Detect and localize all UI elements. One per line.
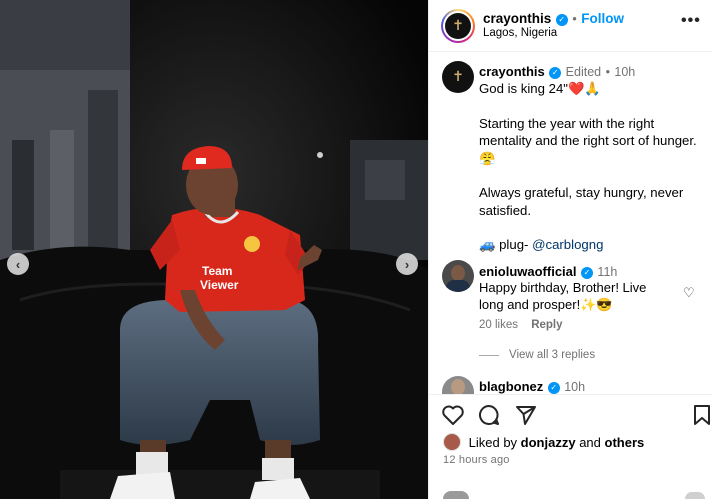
chevron-left-icon: ‹ (15, 256, 21, 272)
caption-time[interactable]: 10h (614, 65, 635, 79)
post-photo[interactable]: Team Viewer ‹ › (0, 0, 428, 499)
comment-likes-count[interactable]: 20 likes (479, 319, 518, 331)
post-location[interactable]: Lagos, Nigeria (483, 27, 557, 39)
photo-scene: Team Viewer (0, 0, 428, 499)
jersey-sponsor-line2: Viewer (200, 278, 239, 292)
post-timestamp[interactable]: 12 hours ago (443, 454, 510, 466)
caption-paragraph-2: Starting the year with the right mentali… (479, 115, 697, 149)
share-icon[interactable] (515, 404, 537, 426)
steam-emoji: 😤 (479, 150, 496, 166)
reply-button[interactable]: Reply (531, 319, 562, 331)
like-heart-icon[interactable] (441, 404, 465, 426)
post-details-panel: ✝ crayonthis ✓ • Follow Lagos, Nigeria •… (428, 0, 712, 499)
commenter-username[interactable]: blagbonez (479, 379, 543, 394)
plug-label: plug- (499, 237, 529, 252)
liked-by-user[interactable]: donjazzy (521, 435, 576, 450)
previous-photo-button[interactable]: ‹ (7, 253, 29, 275)
caption-author-avatar[interactable]: ✝ (442, 61, 474, 93)
commenter-username[interactable]: enioluwaofficial (479, 264, 577, 279)
commenter-avatar[interactable] (442, 260, 474, 292)
view-replies-link[interactable]: View all 3 replies (509, 349, 595, 361)
author-username[interactable]: crayonthis (483, 11, 551, 26)
caption-text: God is king 24"❤️🙏 Starting the year wit… (479, 80, 705, 254)
comment-time[interactable]: 11h (597, 265, 617, 279)
liked-and-label: and (579, 435, 601, 450)
next-photo-button[interactable]: › (396, 253, 418, 275)
verified-badge-icon: ✓ (555, 13, 568, 26)
comment-time[interactable]: 10h (564, 380, 585, 394)
avatar-cross-icon: ✝ (452, 69, 464, 85)
plug-mention-link[interactable]: @carblogng (532, 237, 603, 252)
avatar-cross-icon: ✝ (452, 18, 464, 34)
separator-dot: • (605, 65, 610, 79)
current-user-avatar (443, 491, 469, 499)
follow-button[interactable]: Follow (581, 11, 624, 26)
liked-by-summary: Liked by donjazzy and others (443, 433, 644, 451)
caption-line1: God is king 24" (479, 81, 568, 96)
author-avatar[interactable]: ✝ (441, 9, 475, 43)
save-bookmark-icon[interactable] (693, 404, 711, 426)
liked-by-label: Liked by (468, 435, 518, 450)
replies-divider (479, 354, 499, 356)
separator-dot: • (572, 11, 577, 26)
car-emoji: 🚙 (479, 237, 496, 252)
more-options-icon[interactable]: ••• (681, 12, 701, 30)
comment-text: Happy birthday, Brother! Live long and p… (479, 279, 669, 313)
caption-paragraph-3: Always grateful, stay hungry, never sati… (479, 185, 684, 218)
comment-body: Happy birthday, Brother! Live long and p… (479, 280, 647, 312)
comment-icon[interactable] (478, 404, 500, 426)
jersey-sponsor-line1: Team (202, 264, 232, 278)
caption-username[interactable]: crayonthis (479, 64, 545, 79)
post-header: ✝ crayonthis ✓ • Follow Lagos, Nigeria •… (429, 0, 712, 52)
verified-badge-icon: ✓ (549, 66, 562, 79)
commenter-avatar[interactable] (442, 376, 474, 394)
jersey-crest-icon (244, 236, 260, 252)
liked-others-link[interactable]: others (605, 435, 645, 450)
like-comment-icon[interactable]: ♡ (683, 286, 695, 301)
edited-label: Edited (565, 65, 602, 79)
liker-avatar[interactable] (443, 433, 461, 451)
verified-badge-icon: ✓ (547, 381, 560, 394)
sparkle-sunglasses-emoji: ✨😎 (580, 297, 613, 312)
verified-badge-icon: ✓ (580, 266, 593, 279)
emoji-picker-icon[interactable] (685, 492, 705, 499)
chevron-right-icon: › (404, 256, 410, 272)
heart-pray-emoji: ❤️🙏 (567, 81, 601, 96)
